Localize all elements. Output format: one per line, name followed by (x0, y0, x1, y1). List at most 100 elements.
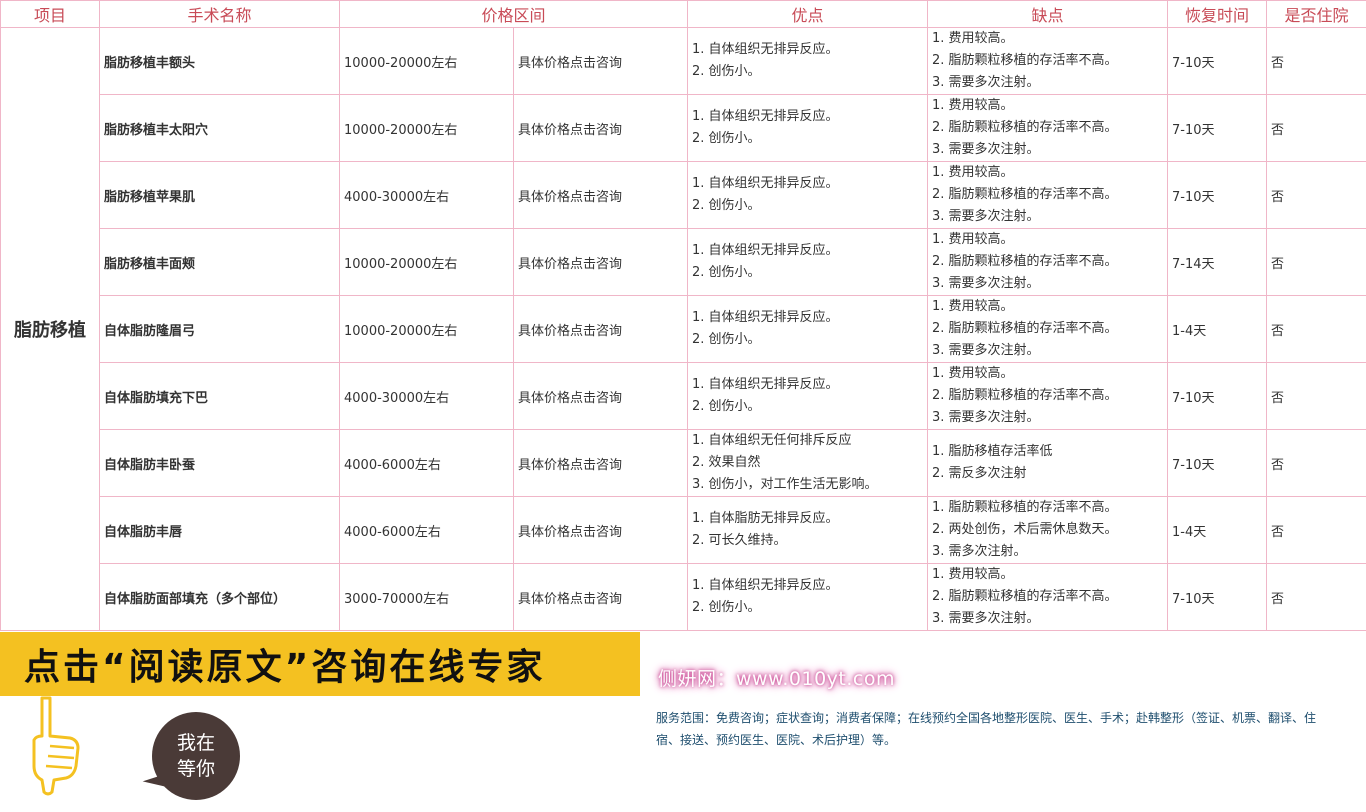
cons-item: 1. 费用较高。 (932, 232, 1014, 247)
header-category: 项目 (0, 0, 100, 28)
recovery-time: 7-10天 (1167, 563, 1268, 631)
category-cell: 脂肪移植 (0, 27, 100, 631)
pros-cell: 1. 自体组织无排异反应。 2. 创伤小。 (687, 362, 929, 430)
header-cons: 缺点 (927, 0, 1169, 28)
price-consult-link[interactable]: 具体价格点击咨询 (512, 362, 689, 430)
cons-cell: 1. 脂肪颗粒移植的存活率不高。 2. 两处创伤，术后需休息数天。 3. 需多次注射… (927, 496, 1169, 564)
pros-item: 2. 创伤小。 (692, 131, 761, 146)
table-row: 脂肪移植苹果肌 4000-30000左右 具体价格点击咨询 1. 自体组织无排异反应。… (1, 161, 1366, 229)
hospitalization: 否 (1266, 228, 1366, 296)
pros-cell: 1. 自体组织无排异反应。 2. 创伤小。 (687, 27, 929, 95)
hospitalization: 否 (1266, 496, 1366, 564)
table-row: 脂肪移植丰太阳穴 10000-20000左右 具体价格点击咨询 1. 自体组织无排异反… (1, 94, 1366, 162)
pros-item: 1. 自体组织无排异反应。 (692, 310, 839, 325)
cons-item: 2. 脂肪颗粒移植的存活率不高。 (932, 589, 1118, 604)
cons-item: 2. 需反多次注射 (932, 466, 1027, 481)
table-row: 自体脂肪填充下巴 4000-30000左右 具体价格点击咨询 1. 自体组织无排异反应… (1, 362, 1366, 430)
price-range: 3000-70000左右 (339, 563, 514, 631)
procedure-name: 脂肪移植丰面颊 (99, 228, 340, 296)
cons-cell: 1. 费用较高。 2. 脂肪颗粒移植的存活率不高。 3. 需要多次注射。 (927, 228, 1169, 296)
cons-item: 1. 费用较高。 (932, 567, 1014, 582)
cons-item: 1. 费用较高。 (932, 299, 1014, 314)
pros-item: 1. 自体组织无排异反应。 (692, 243, 839, 258)
price-consult-link[interactable]: 具体价格点击咨询 (512, 429, 689, 497)
header-price: 价格区间 (338, 0, 689, 28)
recovery-time: 1-4天 (1167, 295, 1268, 363)
header-pros: 优点 (687, 0, 929, 28)
cons-item: 2. 脂肪颗粒移植的存活率不高。 (932, 120, 1118, 135)
pros-cell: 1. 自体组织无排异反应。 2. 创伤小。 (687, 161, 929, 229)
price-consult-link[interactable]: 具体价格点击咨询 (512, 161, 689, 229)
cons-item: 3. 需多次注射。 (932, 544, 1027, 559)
cons-item: 3. 需要多次注射。 (932, 209, 1040, 224)
price-consult-link[interactable]: 具体价格点击咨询 (512, 27, 689, 95)
pros-cell: 1. 自体组织无排异反应。 2. 创伤小。 (687, 563, 929, 631)
pros-item: 1. 自体组织无排异反应。 (692, 176, 839, 191)
pros-item: 2. 效果自然 (692, 455, 761, 470)
cons-cell: 1. 费用较高。 2. 脂肪颗粒移植的存活率不高。 3. 需要多次注射。 (927, 27, 1169, 95)
service-scope-text: 服务范围：免费咨询；症状查询；消费者保障；在线预约全国各地整形医院、医生、手术；… (656, 711, 1317, 747)
cons-cell: 1. 费用较高。 2. 脂肪颗粒移植的存活率不高。 3. 需要多次注射。 (927, 94, 1169, 162)
pros-cell: 1. 自体组织无排异反应。 2. 创伤小。 (687, 295, 929, 363)
price-table: 项目 手术名称 价格区间 优点 缺点 恢复时间 是否住院 脂肪移植 脂肪移植丰额头… (0, 0, 1366, 631)
cons-cell: 1. 费用较高。 2. 脂肪颗粒移植的存活率不高。 3. 需要多次注射。 (927, 362, 1169, 430)
procedure-name: 自体脂肪隆眉弓 (99, 295, 340, 363)
pros-item: 1. 自体脂肪无排异反应。 (692, 511, 839, 526)
price-range: 4000-30000左右 (339, 362, 514, 430)
hospitalization: 否 (1266, 161, 1366, 229)
cons-item: 3. 需要多次注射。 (932, 410, 1040, 425)
pros-item: 1. 自体组织无任何排斥反应 (692, 433, 852, 448)
cons-item: 2. 脂肪颗粒移植的存活率不高。 (932, 254, 1118, 269)
pros-item: 2. 创伤小。 (692, 332, 761, 347)
pros-item: 2. 创伤小。 (692, 64, 761, 79)
pros-cell: 1. 自体组织无任何排斥反应 2. 效果自然 3. 创伤小，对工作生活无影响。 (687, 429, 929, 497)
pointing-hand-icon (32, 696, 80, 796)
cons-item: 1. 费用较高。 (932, 165, 1014, 180)
pros-item: 3. 创伤小，对工作生活无影响。 (692, 477, 878, 492)
cons-item: 1. 费用较高。 (932, 98, 1014, 113)
procedure-name: 脂肪移植丰太阳穴 (99, 94, 340, 162)
procedure-name: 自体脂肪填充下巴 (99, 362, 340, 430)
table-row: 自体脂肪丰卧蚕 4000-6000左右 具体价格点击咨询 1. 自体组织无任何排斥反应… (1, 429, 1366, 497)
cons-cell: 1. 费用较高。 2. 脂肪颗粒移植的存活率不高。 3. 需要多次注射。 (927, 161, 1169, 229)
cons-item: 3. 需要多次注射。 (932, 142, 1040, 157)
price-consult-link[interactable]: 具体价格点击咨询 (512, 496, 689, 564)
pros-cell: 1. 自体脂肪无排异反应。 2. 可长久维持。 (687, 496, 929, 564)
pros-item: 2. 创伤小。 (692, 265, 761, 280)
price-range: 10000-20000左右 (339, 295, 514, 363)
cons-item: 1. 费用较高。 (932, 366, 1014, 381)
cons-item: 3. 需要多次注射。 (932, 75, 1040, 90)
pros-item: 2. 可长久维持。 (692, 533, 787, 548)
price-consult-link[interactable]: 具体价格点击咨询 (512, 563, 689, 631)
pros-cell: 1. 自体组织无排异反应。 2. 创伤小。 (687, 94, 929, 162)
cons-cell: 1. 费用较高。 2. 脂肪颗粒移植的存活率不高。 3. 需要多次注射。 (927, 295, 1169, 363)
pros-item: 1. 自体组织无排异反应。 (692, 578, 839, 593)
price-range: 10000-20000左右 (339, 228, 514, 296)
cons-item: 3. 需要多次注射。 (932, 343, 1040, 358)
speech-bubble[interactable]: 我在 等你 (152, 712, 240, 800)
pros-item: 2. 创伤小。 (692, 198, 761, 213)
table-row: 自体脂肪隆眉弓 10000-20000左右 具体价格点击咨询 1. 自体组织无排异反应… (1, 295, 1366, 363)
price-range: 4000-30000左右 (339, 161, 514, 229)
bubble-line-1: 我在 (176, 732, 215, 754)
procedure-name: 脂肪移植苹果肌 (99, 161, 340, 229)
read-original-cta-banner[interactable]: 点击“阅读原文”咨询在线专家 (0, 632, 640, 696)
recovery-time: 1-4天 (1167, 496, 1268, 564)
cons-item: 1. 费用较高。 (932, 31, 1014, 46)
price-consult-link[interactable]: 具体价格点击咨询 (512, 295, 689, 363)
cons-item: 3. 需要多次注射。 (932, 276, 1040, 291)
cons-item: 2. 脂肪颗粒移植的存活率不高。 (932, 53, 1118, 68)
hospitalization: 否 (1266, 27, 1366, 95)
pros-item: 1. 自体组织无排异反应。 (692, 42, 839, 57)
header-hospital: 是否住院 (1266, 0, 1366, 28)
cons-item: 2. 脂肪颗粒移植的存活率不高。 (932, 388, 1118, 403)
price-consult-link[interactable]: 具体价格点击咨询 (512, 94, 689, 162)
price-consult-link[interactable]: 具体价格点击咨询 (512, 228, 689, 296)
table-row: 自体脂肪面部填充（多个部位） 3000-70000左右 具体价格点击咨询 1. 自体组… (1, 563, 1366, 631)
cons-item: 3. 需要多次注射。 (932, 611, 1040, 626)
recovery-time: 7-10天 (1167, 27, 1268, 95)
table-row: 脂肪移植丰面颊 10000-20000左右 具体价格点击咨询 1. 自体组织无排异反应… (1, 228, 1366, 296)
recovery-time: 7-14天 (1167, 228, 1268, 296)
price-range: 10000-20000左右 (339, 27, 514, 95)
header-recovery: 恢复时间 (1167, 0, 1268, 28)
